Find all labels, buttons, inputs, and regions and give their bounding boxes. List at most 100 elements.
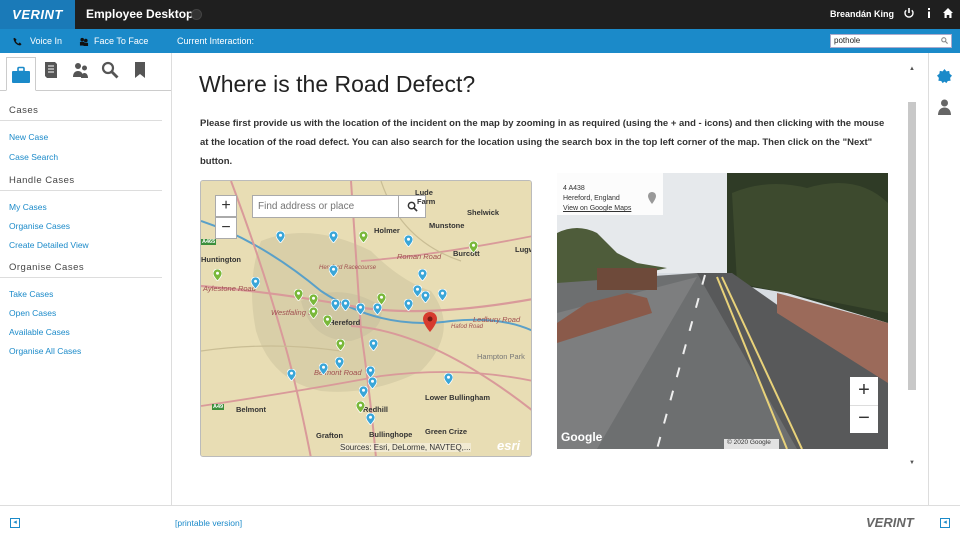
nav-available-cases[interactable]: Available Cases [0,327,171,337]
case-pin-icon[interactable] [366,413,375,425]
google-logo: Google [561,430,603,444]
nav-my-cases[interactable]: My Cases [0,202,171,212]
person-icon[interactable] [938,99,951,115]
case-pin-icon[interactable] [421,291,430,303]
search-icon[interactable] [941,36,948,48]
collapse-left-panel-button[interactable]: ◂ [10,518,20,528]
collapse-right-panel-button[interactable]: ◂ [940,518,950,528]
case-pin-icon[interactable] [251,277,260,289]
verint-logo: VERINT [0,0,75,29]
home-icon[interactable] [941,7,955,21]
nav-create-detailed-view[interactable]: Create Detailed View [0,240,171,250]
location-map[interactable]: + − Lude Farm Shelwick Holmer Munstone B… [200,180,532,457]
map-label: Belmont [236,405,266,414]
case-pin-icon[interactable] [359,231,368,243]
power-icon[interactable] [902,7,916,21]
tab-bookmarks[interactable] [133,61,155,83]
esri-logo: esri [497,438,521,453]
case-pin-icon[interactable] [341,299,350,311]
user-name[interactable]: Breandán King [830,9,894,19]
case-pin-icon[interactable] [444,373,453,385]
footer-verint-logo: VERINT [866,515,914,530]
case-pin-icon[interactable] [369,339,378,351]
street-view-zoom-in-button[interactable]: + [850,377,878,405]
section-organise-cases: Organise Cases [0,262,162,278]
case-pin-icon[interactable] [356,401,365,413]
tab-search[interactable] [101,61,123,83]
info-icon[interactable] [922,7,936,21]
street-view-panel[interactable]: 4 A438 Hereford, England View on Google … [557,173,888,449]
nav-organise-all-cases[interactable]: Organise All Cases [0,346,171,356]
case-pin-icon[interactable] [469,241,478,253]
case-pin-icon[interactable] [368,377,377,389]
case-pin-icon[interactable] [323,315,332,327]
case-pin-icon[interactable] [213,269,222,281]
scroll-up-icon[interactable]: ▲ [908,66,916,74]
tab-scripts[interactable] [43,61,65,83]
map-label: Green Crize [425,427,468,436]
map-attribution: Sources: Esri, DeLorme, NAVTEQ,... [340,443,471,452]
case-pin-icon[interactable] [359,386,368,398]
view-on-google-maps-link[interactable]: View on Google Maps [563,205,631,212]
phone-icon [13,37,22,46]
case-pin-icon[interactable] [287,369,296,381]
search-value: pothole [834,36,861,45]
case-pin-icon[interactable] [404,299,413,311]
scrollbar-thumb[interactable] [908,102,916,390]
case-pin-icon[interactable] [373,303,382,315]
case-pin-icon[interactable] [331,299,340,311]
tab-cases[interactable] [6,57,36,91]
nav-take-cases[interactable]: Take Cases [0,289,171,299]
scroll-down-icon[interactable]: ▼ [908,460,916,468]
nav-organise-cases[interactable]: Organise Cases [0,221,171,231]
map-label: Grafton [316,431,344,440]
map-zoom-out-button[interactable]: − [215,217,237,239]
case-pin-icon[interactable] [336,339,345,351]
instructions-text: Please first provide us with the locatio… [200,118,885,167]
people-icon [73,63,88,78]
case-pin-icon[interactable] [438,289,447,301]
case-pin-icon[interactable] [404,235,413,247]
case-pin-icon[interactable] [335,357,344,369]
face-to-face-button[interactable]: Face To Face [94,36,148,46]
address-line-1: 4 A438 [563,185,585,192]
case-pin-icon[interactable] [294,289,303,301]
app-title: Employee Desktop [86,7,194,21]
case-pin-icon[interactable] [319,363,328,375]
map-label: Bullinghope [369,430,413,439]
search-icon [407,201,418,212]
tab-contacts[interactable] [72,61,94,83]
street-view-zoom-out-button[interactable]: − [850,405,878,433]
map-label: Lugwardine [515,245,531,254]
selected-location-marker-icon[interactable] [423,312,437,332]
badge-icon[interactable] [937,69,952,84]
case-pin-icon[interactable] [418,269,427,281]
case-pin-icon[interactable] [309,307,318,319]
map-label: Hafod Road [451,324,484,330]
voice-in-button[interactable]: Voice In [30,36,62,46]
map-label: Aylestone Road [203,284,256,293]
map-label: Lower Bullingham [425,393,491,402]
map-label: Munstone [429,221,465,230]
map-zoom-in-button[interactable]: + [215,195,237,217]
case-pin-icon[interactable] [329,265,338,277]
nav-new-case[interactable]: New Case [0,132,171,142]
content-scrollbar[interactable]: ▲ ▼ [908,66,916,470]
current-interaction-label: Current Interaction: [177,36,255,46]
bookmark-icon [135,62,145,78]
nav-case-search[interactable]: Case Search [0,152,171,162]
case-pin-icon[interactable] [329,231,338,243]
global-search-input[interactable]: pothole [830,34,952,48]
map-label: Lude [415,188,433,197]
magnifier-icon [101,61,119,79]
case-pin-icon[interactable] [309,294,318,306]
main-content: Where is the Road Defect? Please first p… [172,53,928,505]
map-search-input[interactable] [252,195,399,218]
map-label: Huntington [201,255,241,264]
printable-version-link[interactable]: [printable version] [175,518,242,528]
road-shield: A49 [212,404,225,410]
nav-open-cases[interactable]: Open Cases [0,308,171,318]
case-pin-icon[interactable] [356,303,365,315]
case-pin-icon[interactable] [276,231,285,243]
interaction-bar: Voice In Face To Face Current Interactio… [0,29,960,53]
